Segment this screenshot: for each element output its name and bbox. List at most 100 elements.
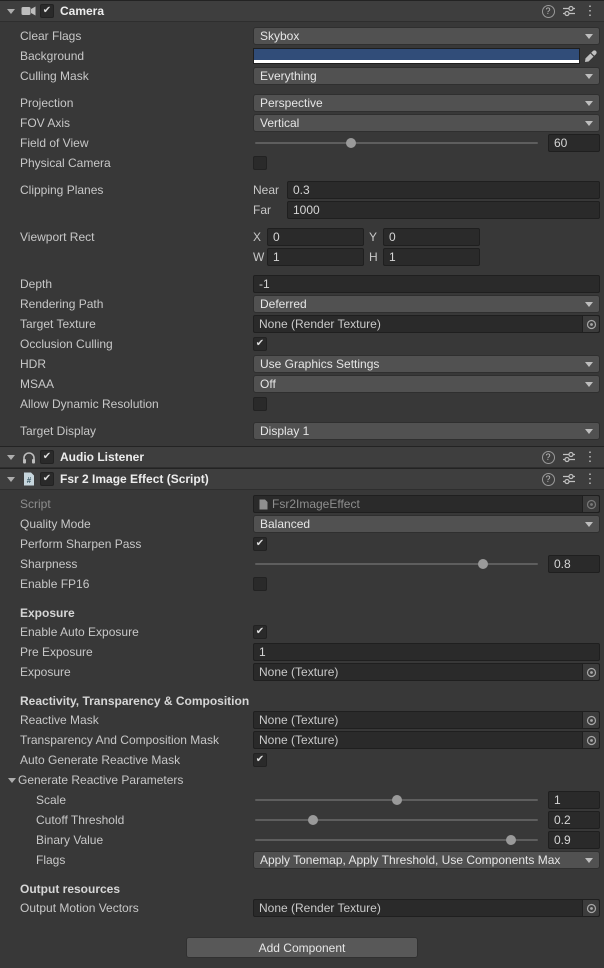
object-picker-icon[interactable]	[582, 900, 599, 916]
fov-axis-dropdown[interactable]: Vertical	[253, 114, 600, 132]
far-field[interactable]: 1000	[287, 201, 600, 219]
field-label: Background	[20, 49, 253, 63]
exposure-field[interactable]: None (Texture)	[253, 663, 600, 681]
object-picker-icon[interactable]	[582, 732, 599, 748]
slider-handle[interactable]	[392, 795, 402, 805]
field-label: Clipping Planes	[20, 183, 253, 197]
color-swatch[interactable]	[253, 48, 580, 64]
dropdown-value: Perspective	[260, 96, 581, 110]
sharpness-value[interactable]: 0.8	[548, 555, 600, 573]
help-icon[interactable]: ?	[539, 449, 557, 465]
sharpness-slider[interactable]	[253, 555, 540, 573]
background-color-field	[253, 47, 600, 65]
output-motion-vectors-field[interactable]: None (Render Texture)	[253, 899, 600, 917]
pre-exposure-field[interactable]: 1	[253, 643, 600, 661]
row-generate-reactive-parameters[interactable]: Generate Reactive Parameters	[0, 770, 604, 790]
presets-icon[interactable]	[560, 3, 578, 19]
foldout-arrow-icon[interactable]	[8, 778, 16, 783]
foldout-arrow-icon[interactable]	[7, 477, 15, 482]
presets-icon[interactable]	[560, 471, 578, 487]
scale-slider[interactable]	[253, 791, 540, 809]
occlusion-culling-checkbox[interactable]	[253, 337, 267, 351]
foldout-arrow-icon[interactable]	[7, 455, 15, 460]
dropdown-value: Deferred	[260, 297, 581, 311]
field-of-view-value[interactable]: 60	[548, 134, 600, 152]
hdr-dropdown[interactable]: Use Graphics Settings	[253, 355, 600, 373]
kebab-menu-icon[interactable]: ⋮	[581, 449, 599, 465]
add-component-button[interactable]: Add Component	[186, 937, 418, 958]
cutoff-threshold-slider[interactable]	[253, 811, 540, 829]
kebab-menu-icon[interactable]: ⋮	[581, 3, 599, 19]
viewport-w-field[interactable]: 1	[267, 248, 364, 266]
scale-value[interactable]: 1	[548, 791, 600, 809]
target-texture-field[interactable]: None (Render Texture)	[253, 315, 600, 333]
fsr2-header[interactable]: # Fsr 2 Image Effect (Script) ? ⋮	[0, 468, 604, 490]
field-label: Reactive Mask	[20, 713, 253, 727]
cutoff-threshold-value[interactable]: 0.2	[548, 811, 600, 829]
slider-handle[interactable]	[308, 815, 318, 825]
field-label: Binary Value	[36, 833, 253, 847]
viewport-h-field[interactable]: 1	[383, 248, 480, 266]
row-target-display: Target Display Display 1	[0, 421, 604, 441]
auto-generate-reactive-mask-checkbox[interactable]	[253, 753, 267, 767]
row-output-motion-vectors: Output Motion Vectors None (Render Textu…	[0, 898, 604, 918]
perform-sharpen-pass-checkbox[interactable]	[253, 537, 267, 551]
viewport-y-field[interactable]: 0	[383, 228, 480, 246]
row-auto-generate-reactive-mask: Auto Generate Reactive Mask	[0, 750, 604, 770]
kebab-menu-icon[interactable]: ⋮	[581, 471, 599, 487]
depth-field[interactable]: -1	[253, 275, 600, 293]
object-picker-icon[interactable]	[582, 664, 599, 680]
slider-handle[interactable]	[478, 559, 488, 569]
binary-value-value[interactable]: 0.9	[548, 831, 600, 849]
reactive-mask-field[interactable]: None (Texture)	[253, 711, 600, 729]
msaa-dropdown[interactable]: Off	[253, 375, 600, 393]
allow-dynamic-resolution-checkbox[interactable]	[253, 397, 267, 411]
field-of-view-slider[interactable]	[253, 134, 540, 152]
row-exposure: Exposure None (Texture)	[0, 662, 604, 682]
camera-header[interactable]: Camera ? ⋮	[0, 0, 604, 22]
section-reactivity: Reactivity, Transparency & Composition	[0, 692, 604, 710]
clear-flags-dropdown[interactable]: Skybox	[253, 27, 600, 45]
rendering-path-dropdown[interactable]: Deferred	[253, 295, 600, 313]
projection-dropdown[interactable]: Perspective	[253, 94, 600, 112]
field-label: Output Motion Vectors	[20, 901, 253, 915]
row-pre-exposure: Pre Exposure 1	[0, 642, 604, 662]
audio-listener-enabled-checkbox[interactable]	[40, 450, 54, 464]
near-field[interactable]: 0.3	[287, 181, 600, 199]
field-label: Exposure	[20, 665, 253, 679]
object-picker-icon[interactable]	[582, 496, 599, 512]
chevron-down-icon	[585, 302, 593, 307]
axis-label-y: Y	[369, 230, 383, 244]
object-picker-icon[interactable]	[582, 316, 599, 332]
binary-value-slider[interactable]	[253, 831, 540, 849]
object-value: Fsr2ImageEffect	[272, 497, 582, 511]
row-clipping-near: Clipping Planes Near 0.3	[0, 180, 604, 200]
row-transparency-mask: Transparency And Composition Mask None (…	[0, 730, 604, 750]
row-rendering-path: Rendering Path Deferred	[0, 294, 604, 314]
audio-listener-header[interactable]: Audio Listener ? ⋮	[0, 446, 604, 468]
presets-icon[interactable]	[560, 449, 578, 465]
help-icon[interactable]: ?	[539, 471, 557, 487]
slider-handle[interactable]	[506, 835, 516, 845]
help-icon[interactable]: ?	[539, 3, 557, 19]
viewport-x-field[interactable]: 0	[267, 228, 364, 246]
quality-mode-dropdown[interactable]: Balanced	[253, 515, 600, 533]
fsr2-enabled-checkbox[interactable]	[40, 472, 54, 486]
culling-mask-dropdown[interactable]: Everything	[253, 67, 600, 85]
slider-handle[interactable]	[346, 138, 356, 148]
chevron-down-icon	[585, 522, 593, 527]
physical-camera-checkbox[interactable]	[253, 156, 267, 170]
row-script: Script Fsr2ImageEffect	[0, 494, 604, 514]
object-picker-icon[interactable]	[582, 712, 599, 728]
transparency-mask-field[interactable]: None (Texture)	[253, 731, 600, 749]
enable-fp16-checkbox[interactable]	[253, 577, 267, 591]
target-display-dropdown[interactable]: Display 1	[253, 422, 600, 440]
script-field: Fsr2ImageEffect	[253, 495, 600, 513]
audio-listener-component: Audio Listener ? ⋮	[0, 446, 604, 468]
foldout-arrow-icon[interactable]	[7, 9, 15, 14]
row-occlusion-culling: Occlusion Culling	[0, 334, 604, 354]
enable-auto-exposure-checkbox[interactable]	[253, 625, 267, 639]
flags-dropdown[interactable]: Apply Tonemap, Apply Threshold, Use Comp…	[253, 851, 600, 869]
camera-enabled-checkbox[interactable]	[40, 4, 54, 18]
eyedropper-icon[interactable]	[580, 47, 600, 65]
